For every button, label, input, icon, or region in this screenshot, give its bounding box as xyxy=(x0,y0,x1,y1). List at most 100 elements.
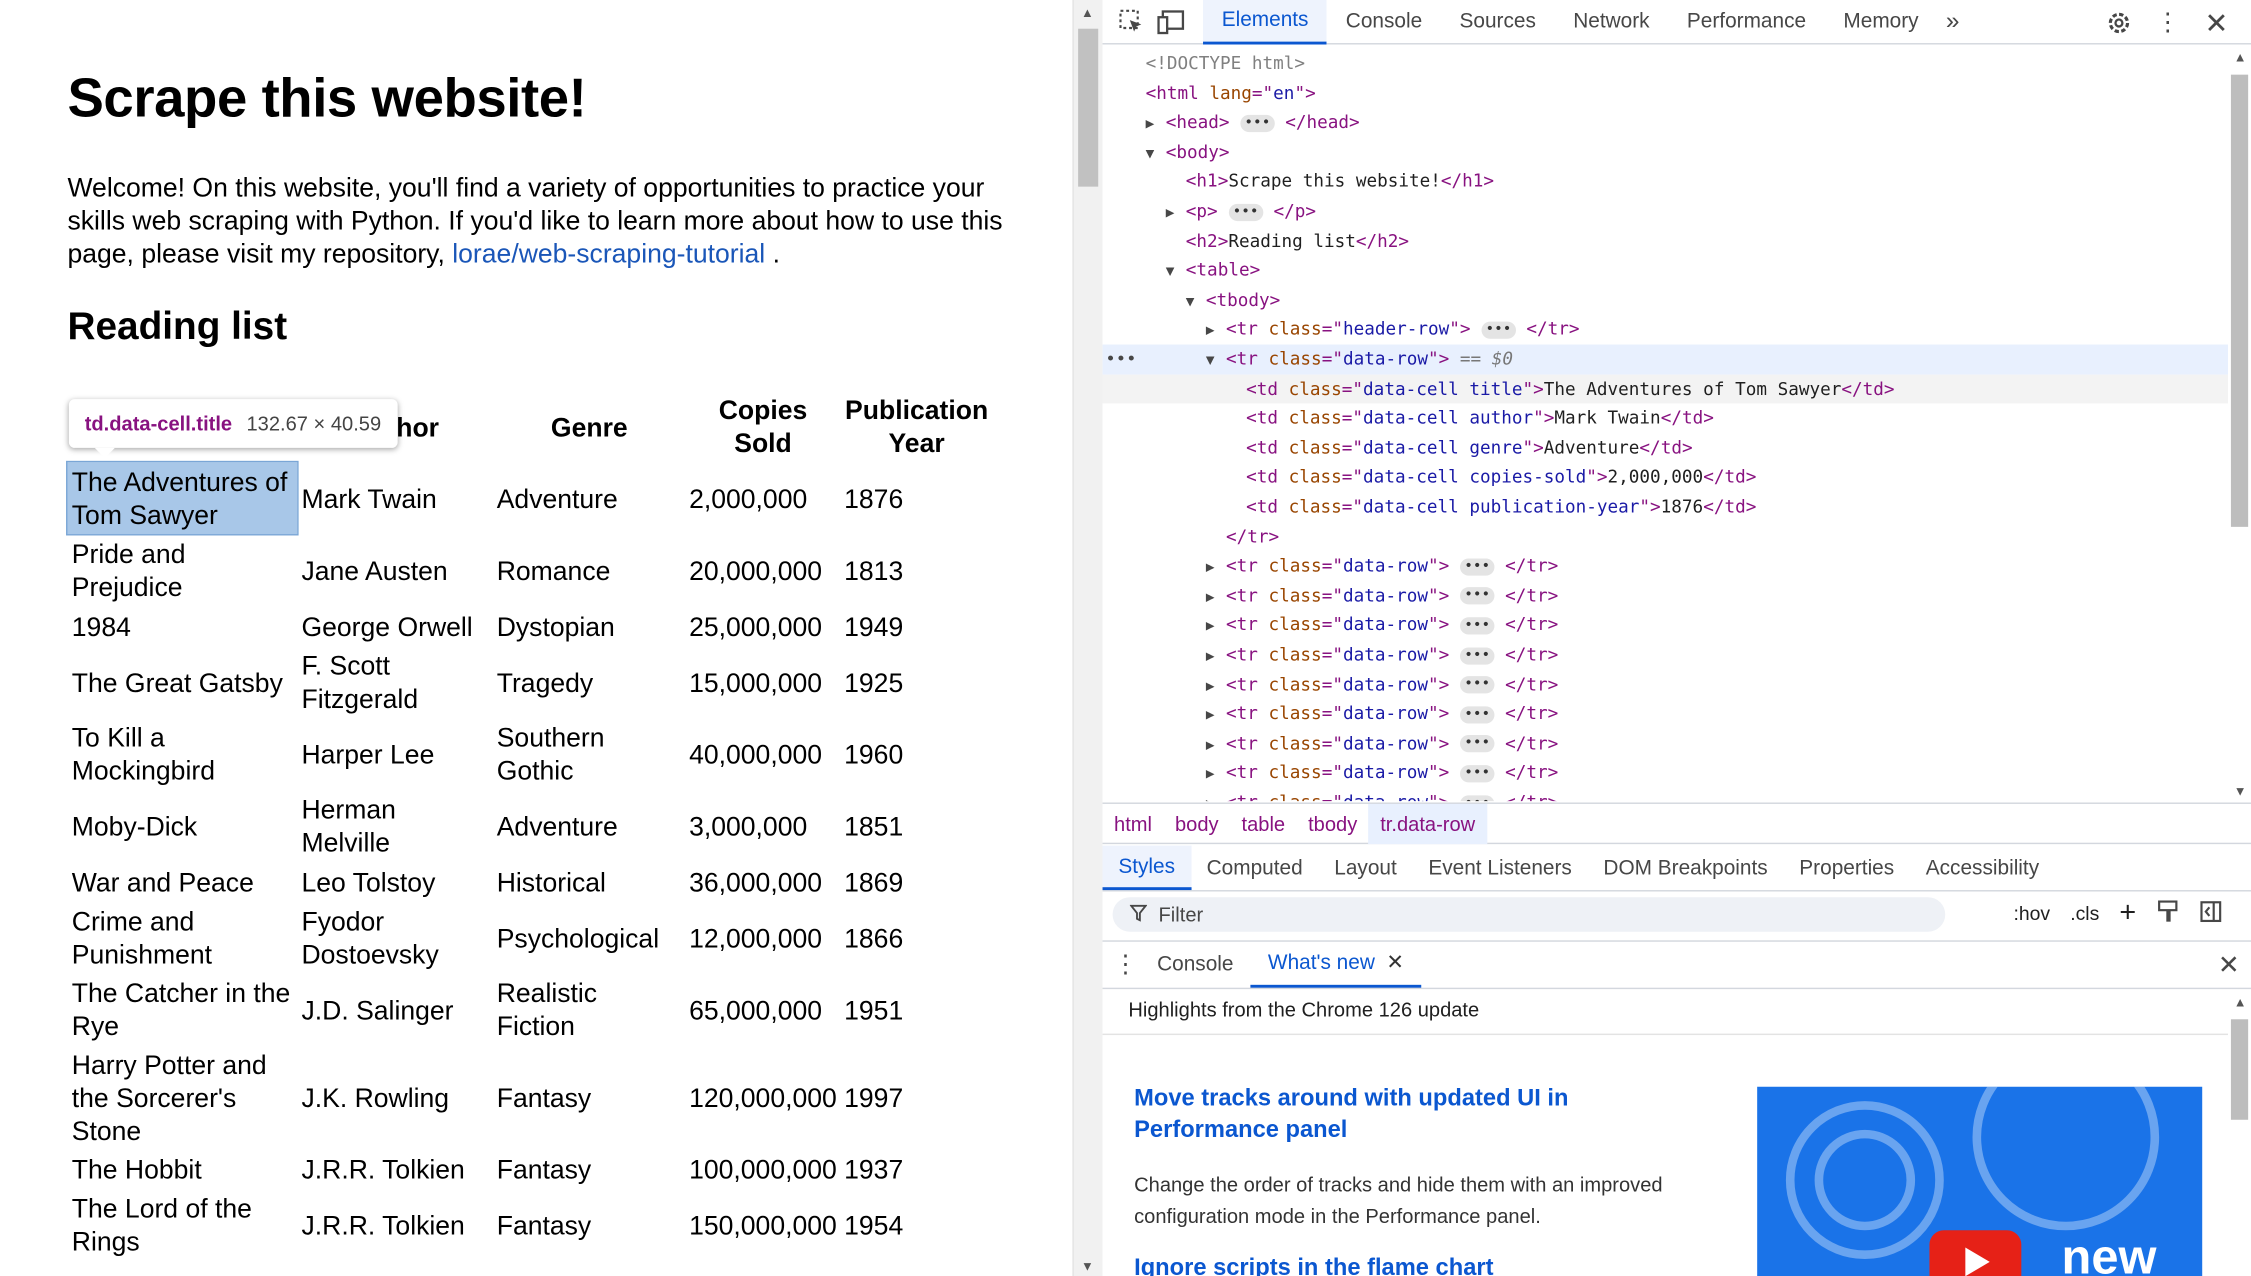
tab-performance[interactable]: Performance xyxy=(1668,0,1825,44)
feature-link-performance-tracks[interactable]: Move tracks around with updated UI in Pe… xyxy=(1134,1082,1651,1145)
settings-gear-icon[interactable] xyxy=(2099,3,2139,43)
expand-toggle-icon[interactable]: ▶ xyxy=(1206,732,1226,762)
table-cell: The Lord of the Rings xyxy=(71,1192,252,1257)
dom-scroll-thumb[interactable] xyxy=(2230,74,2249,527)
expand-toggle-icon[interactable]: ▶ xyxy=(1206,318,1226,348)
dom-node[interactable]: <td class="data-cell publication-year">1… xyxy=(1103,492,2229,522)
dom-node[interactable]: <h1>Scrape this website!</h1> xyxy=(1103,167,2229,197)
dom-node[interactable]: ▶<tr class="data-row"> ••• </tr> xyxy=(1103,581,2229,611)
dom-node[interactable]: ▶<tr class="data-row"> ••• </tr> xyxy=(1103,611,2229,641)
feature-link-ignore-scripts[interactable]: Ignore scripts in the flame chart xyxy=(1134,1255,1651,1276)
expand-toggle-icon[interactable]: ▶ xyxy=(1206,584,1226,614)
expand-toggle-icon[interactable]: ▶ xyxy=(1206,761,1226,791)
dom-node[interactable]: ▶ <head> ••• </head> xyxy=(1103,108,2229,138)
tab-sources[interactable]: Sources xyxy=(1441,0,1555,44)
close-icon[interactable]: ✕ xyxy=(2196,3,2236,43)
dom-scroll-up-icon[interactable]: ▲ xyxy=(2234,50,2247,64)
hover-state-toggle[interactable]: :hov xyxy=(2013,903,2050,925)
dom-scroll-down-icon[interactable]: ▼ xyxy=(2234,784,2247,798)
dom-node[interactable]: ▶<tr class="data-row"> ••• </tr> xyxy=(1103,670,2229,700)
dom-node[interactable]: ▶<tr class="data-row"> ••• </tr> xyxy=(1103,640,2229,670)
dom-node[interactable]: ▶<tr class="data-row"> ••• </tr> xyxy=(1103,759,2229,789)
dom-node[interactable]: <td class="data-cell author">Mark Twain<… xyxy=(1103,404,2229,434)
toggle-sidebar-icon[interactable] xyxy=(2199,900,2222,927)
dom-node[interactable]: ▼ <tbody> xyxy=(1103,285,2229,315)
table-cell: Realistic Fiction xyxy=(496,977,598,1041)
expand-toggle-icon[interactable]: ▶ xyxy=(1206,614,1226,644)
tab-memory[interactable]: Memory xyxy=(1825,0,1938,44)
class-toggle[interactable]: .cls xyxy=(2070,903,2099,925)
table-cell: Harry Potter and the Sorcerer's Stone xyxy=(71,1048,267,1145)
scroll-up-icon[interactable]: ▲ xyxy=(1081,6,1094,20)
expand-toggle-icon[interactable]: ▼ xyxy=(1166,259,1186,289)
dom-node[interactable]: ▶<tr class="data-row"> ••• </tr> xyxy=(1103,699,2229,729)
tab-network[interactable]: Network xyxy=(1555,0,1669,44)
subtab-dom-breakpoints[interactable]: DOM Breakpoints xyxy=(1588,846,1784,891)
more-tabs-icon[interactable]: » xyxy=(1937,7,1968,36)
kebab-menu-icon[interactable]: ⋮ xyxy=(2148,3,2188,43)
subtab-computed[interactable]: Computed xyxy=(1191,846,1319,891)
dom-node[interactable]: ▶<tr class="data-row"> ••• </tr> xyxy=(1103,788,2229,802)
close-tab-icon[interactable]: ✕ xyxy=(1386,952,1403,975)
dom-node[interactable]: ▼ <body> xyxy=(1103,138,2229,168)
dom-node[interactable]: <!DOCTYPE html> xyxy=(1103,49,2229,79)
play-icon[interactable] xyxy=(1929,1230,2022,1276)
dom-node[interactable]: ▶<tr class="data-row"> ••• </tr> xyxy=(1103,729,2229,759)
dom-node[interactable]: ▶<tr class="data-row"> ••• </tr> xyxy=(1103,552,2229,582)
inspect-element-icon[interactable] xyxy=(1111,1,1151,41)
dom-node[interactable]: </tr> xyxy=(1103,522,2229,552)
expand-toggle-icon[interactable]: ▶ xyxy=(1166,200,1186,230)
device-toolbar-icon[interactable] xyxy=(1151,1,1191,41)
wn-scroll-up-icon[interactable]: ▲ xyxy=(2234,995,2247,1009)
dom-scrollbar[interactable]: ▲ ▼ xyxy=(2228,45,2251,802)
table-row: 1984 George Orwell Dystopian 25,000,000 1949 xyxy=(67,606,992,646)
breadcrumb-item[interactable]: tr.data-row xyxy=(1368,803,1487,844)
tab-console[interactable]: Console xyxy=(1327,0,1441,44)
add-rule-icon[interactable]: + xyxy=(2119,897,2136,930)
breadcrumb-item[interactable]: table xyxy=(1230,803,1297,843)
whats-new-video-thumbnail[interactable]: new xyxy=(1757,1086,2203,1276)
dom-node[interactable]: ••• ▼ <tr class="data-row"> == $0 xyxy=(1102,344,2229,377)
whats-new-scrollbar[interactable]: ▲ xyxy=(2228,991,2251,1276)
header-cell: Genre xyxy=(550,411,628,442)
dom-node[interactable]: ▼ <table> xyxy=(1103,256,2229,286)
expand-toggle-icon[interactable]: ▼ xyxy=(1206,347,1226,377)
paint-brush-icon[interactable] xyxy=(2156,900,2179,927)
page-scrollbar[interactable]: ▲ ▼ xyxy=(1072,0,1103,1276)
expand-toggle-icon[interactable]: ▼ xyxy=(1186,288,1206,318)
drawer-menu-icon[interactable]: ⋮ xyxy=(1111,945,1140,985)
dom-node[interactable]: ▶ <tr class="header-row"> ••• </tr> xyxy=(1103,315,2229,345)
expand-toggle-icon[interactable]: ▶ xyxy=(1206,643,1226,673)
expand-toggle-icon[interactable]: ▶ xyxy=(1206,554,1226,584)
drawer-tab-console[interactable]: Console xyxy=(1140,942,1251,988)
dom-node[interactable]: <td class="data-cell title">The Adventur… xyxy=(1102,374,2229,404)
dom-node[interactable]: <html lang="en"> xyxy=(1103,78,2229,108)
tab-elements[interactable]: Elements xyxy=(1203,0,1328,44)
subtab-properties[interactable]: Properties xyxy=(1784,846,1910,891)
page-scroll-thumb[interactable] xyxy=(1078,28,1099,187)
expand-toggle-icon[interactable]: ▼ xyxy=(1146,140,1166,170)
table-cell: 1951 xyxy=(844,994,904,1025)
breadcrumb-item[interactable]: body xyxy=(1163,803,1230,843)
dom-node[interactable]: <h2>Reading list</h2> xyxy=(1103,226,2229,256)
expand-toggle-icon[interactable]: ▶ xyxy=(1146,111,1166,141)
node-actions-icon[interactable]: ••• xyxy=(1105,345,1136,375)
subtab-layout[interactable]: Layout xyxy=(1318,846,1412,891)
expand-toggle-icon[interactable]: ▶ xyxy=(1206,702,1226,732)
subtab-styles[interactable]: Styles xyxy=(1102,845,1191,891)
breadcrumb-item[interactable]: html xyxy=(1103,803,1164,843)
subtab-accessibility[interactable]: Accessibility xyxy=(1910,846,2055,891)
drawer-tab-whats-new[interactable]: What's new ✕ xyxy=(1250,942,1422,988)
scroll-down-icon[interactable]: ▼ xyxy=(1081,1259,1094,1273)
repository-link[interactable]: lorae/web-scraping-tutorial xyxy=(452,238,765,268)
close-drawer-icon[interactable]: ✕ xyxy=(2218,950,2240,980)
expand-toggle-icon[interactable]: ▶ xyxy=(1206,673,1226,703)
dom-node[interactable]: ▶ <p> ••• </p> xyxy=(1103,197,2229,227)
breadcrumb-item[interactable]: tbody xyxy=(1297,803,1369,843)
subtab-event-listeners[interactable]: Event Listeners xyxy=(1413,846,1588,891)
expand-toggle-icon[interactable]: ▶ xyxy=(1206,791,1226,801)
wn-scroll-thumb[interactable] xyxy=(2230,1019,2249,1120)
styles-filter-input[interactable]: Filter xyxy=(1112,897,1946,932)
dom-node[interactable]: <td class="data-cell copies-sold">2,000,… xyxy=(1103,463,2229,493)
dom-node[interactable]: <td class="data-cell genre">Adventure</t… xyxy=(1103,433,2229,463)
